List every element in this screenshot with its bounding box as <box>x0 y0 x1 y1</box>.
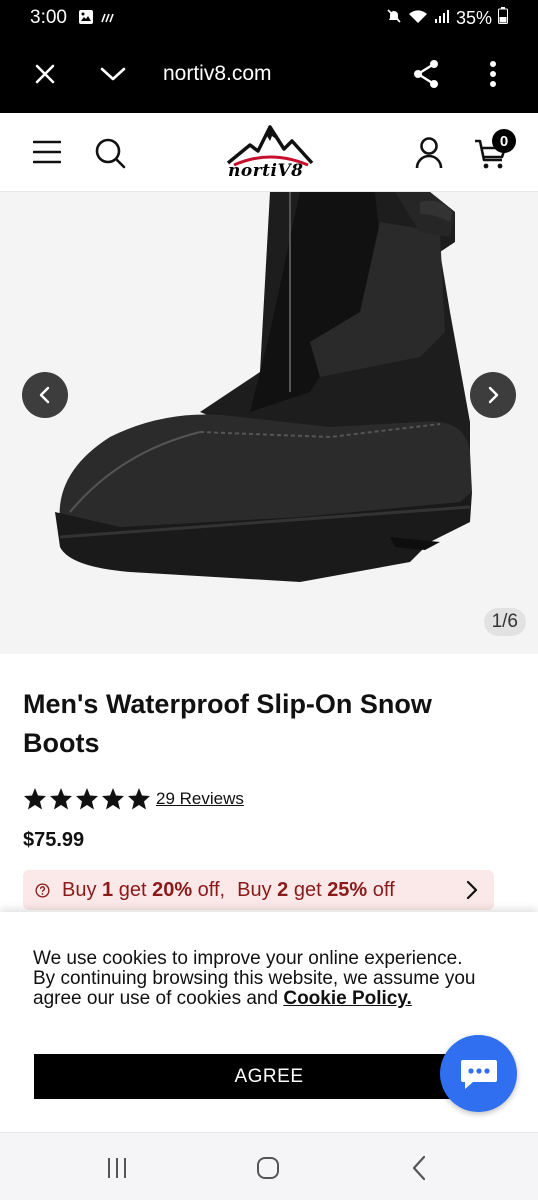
battery-text: 35% <box>455 7 492 28</box>
site-header: nortiV8 0 <box>0 113 538 192</box>
product-title: Men's Waterproof Slip-On Snow Boots <box>23 689 432 758</box>
promo-bar[interactable]: Buy 1 get 20% off, Buy 2 get 25% off <box>23 870 494 910</box>
cart-icon[interactable]: 0 <box>474 129 516 171</box>
mute-icon <box>386 8 402 29</box>
gallery-icon <box>78 9 94 30</box>
slide-counter: 1/6 <box>483 608 526 636</box>
product-price: $75.99 <box>23 829 85 851</box>
gallery-prev-button[interactable] <box>22 372 68 418</box>
back-icon[interactable] <box>404 1153 434 1183</box>
help-circle-icon <box>35 882 50 898</box>
chat-icon <box>460 1059 497 1089</box>
star-icon <box>76 788 98 810</box>
signal-icon <box>100 10 116 29</box>
status-bar: 3:00 35% <box>0 0 538 36</box>
rating-row: 29 Reviews <box>23 787 244 810</box>
browser-bar: nortiv8.com <box>0 36 538 113</box>
battery-icon <box>498 7 508 29</box>
recent-apps-icon[interactable] <box>102 1153 132 1183</box>
rating-stars <box>23 787 151 810</box>
account-icon[interactable] <box>414 136 444 170</box>
star-icon <box>50 788 72 810</box>
status-time: 3:00 <box>30 7 67 28</box>
star-icon <box>102 788 124 810</box>
menu-icon[interactable] <box>32 138 62 166</box>
home-icon[interactable] <box>253 1153 283 1183</box>
system-nav-bar <box>0 1132 538 1200</box>
chevron-right-icon <box>488 386 499 404</box>
chevron-left-icon <box>39 386 50 404</box>
close-icon[interactable] <box>29 58 61 90</box>
star-icon <box>24 788 46 810</box>
wifi-icon <box>408 8 428 29</box>
more-vert-icon[interactable] <box>477 58 509 90</box>
product-gallery[interactable]: 1/6 <box>0 192 538 654</box>
product-image <box>55 192 472 582</box>
share-icon[interactable] <box>410 58 442 90</box>
cell-signal-icon <box>434 8 450 29</box>
cookie-text: We use cookies to improve your online ex… <box>33 948 476 1009</box>
star-icon <box>128 788 150 810</box>
cookie-policy-link[interactable]: Cookie Policy. <box>283 988 411 1009</box>
promo-text: Buy 1 get 20% off, Buy 2 get 25% off <box>62 878 395 901</box>
chevron-right-icon <box>466 880 478 900</box>
gallery-next-button[interactable] <box>470 372 516 418</box>
logo-text: nortiV8 <box>228 161 304 181</box>
chat-button[interactable] <box>440 1035 517 1112</box>
search-icon[interactable] <box>93 136 127 170</box>
reviews-link[interactable]: 29 Reviews <box>156 789 244 809</box>
cart-count-badge: 0 <box>492 129 516 153</box>
url-text[interactable]: nortiv8.com <box>163 62 272 86</box>
logo[interactable]: nortiV8 <box>220 123 320 185</box>
agree-button[interactable]: AGREE <box>34 1054 504 1099</box>
chevron-down-icon[interactable] <box>97 58 129 90</box>
